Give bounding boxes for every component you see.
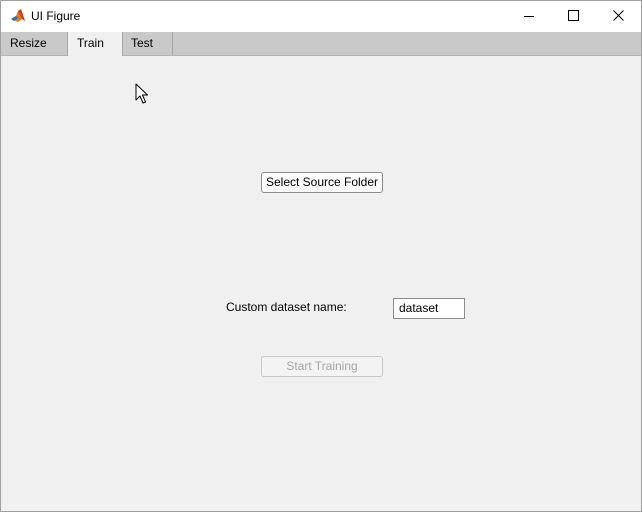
tab-train[interactable]: Train [67,32,123,56]
maximize-button[interactable] [551,1,597,32]
matlab-icon [10,8,26,24]
tab-bar: Resize Test Train [1,32,641,56]
select-source-folder-button[interactable]: Select Source Folder [261,172,383,193]
maximize-icon [568,10,579,21]
tab-test[interactable]: Test [122,32,173,55]
tab-resize[interactable]: Resize [1,32,68,55]
minimize-icon [524,16,534,17]
close-button[interactable] [596,1,642,32]
window-title: UI Figure [31,9,81,23]
dataset-name-label: Custom dataset name: [226,300,347,314]
close-icon [613,10,624,21]
mouse-pointer-icon [135,83,149,105]
title-bar[interactable]: UI Figure [1,1,641,32]
dataset-name-field[interactable]: dataset [393,298,465,319]
ui-figure-window: UI Figure Resize Test Train Select Sourc… [0,0,642,512]
start-training-button: Start Training [261,356,383,377]
train-tab-panel: Select Source Folder Custom dataset name… [1,56,641,511]
minimize-button[interactable] [506,1,552,32]
